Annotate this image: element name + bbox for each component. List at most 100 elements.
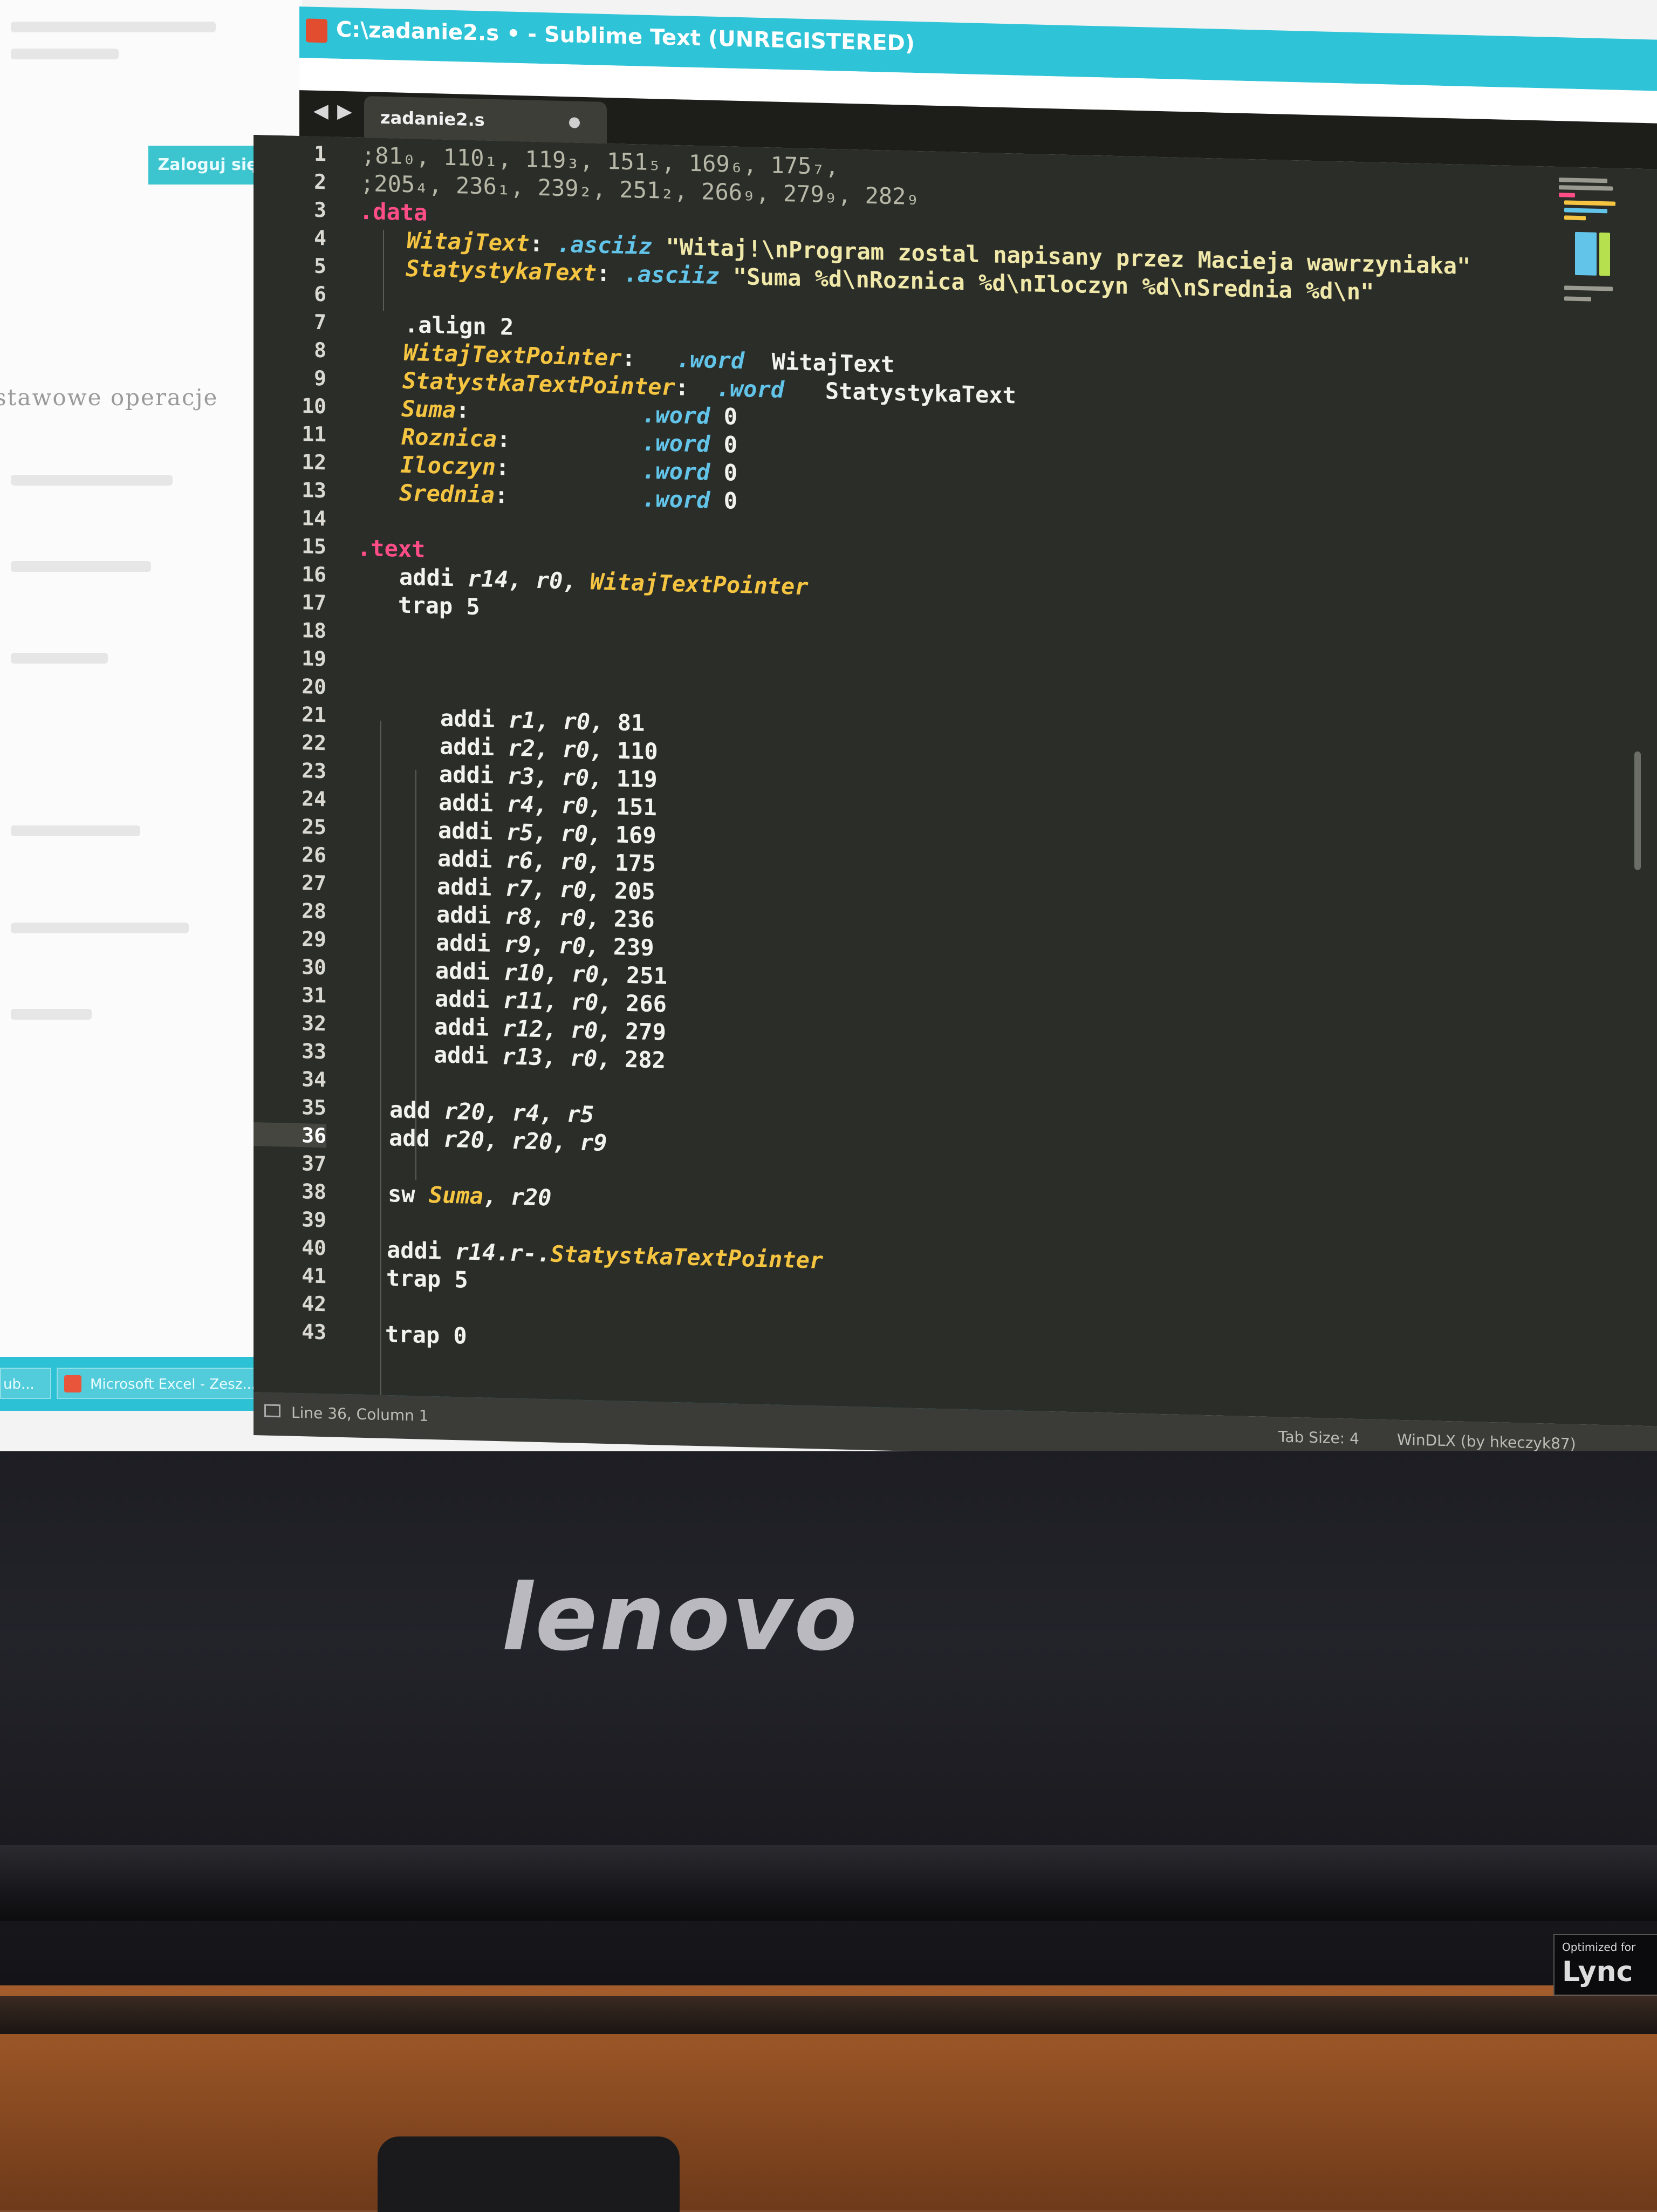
line-number: 40 xyxy=(302,1235,326,1260)
code-trap: trap 5 xyxy=(398,591,480,620)
code-regs: r2, r0, xyxy=(508,734,604,763)
code-line-26: addi r7, r0, 205 xyxy=(437,873,655,905)
line-number: 18 xyxy=(302,618,326,643)
code-label: Srednia xyxy=(399,479,495,508)
code-colon: : xyxy=(495,481,509,509)
line-number: 10 xyxy=(302,394,326,419)
vertical-scrollbar[interactable] xyxy=(1634,751,1641,870)
blurred-text xyxy=(11,22,216,32)
taskbar-item-excel[interactable]: Microsoft Excel - Zesz... xyxy=(57,1368,262,1399)
code-line-30: addi r11, r0, 266 xyxy=(435,985,667,1018)
tab-zadanie2[interactable]: zadanie2.s xyxy=(364,96,607,144)
code-value: 282 xyxy=(625,1046,666,1074)
login-button[interactable]: Zaloguj się xyxy=(148,146,267,185)
code-regs: , r20 xyxy=(483,1183,552,1211)
line-number: 11 xyxy=(302,422,326,447)
code-value: 151 xyxy=(615,793,657,821)
line-number: 12 xyxy=(302,450,326,475)
code-label: StatystkaTextPointer xyxy=(550,1240,824,1274)
code-trap: trap 0 xyxy=(385,1320,467,1349)
code-label: Suma xyxy=(428,1181,484,1210)
monitor-bezel-lip xyxy=(0,1845,1657,1921)
code-directive: .word xyxy=(642,485,710,514)
screen: Zaloguj się stawowe operacje ub... Micro… xyxy=(0,0,1657,1451)
code-value: 175 xyxy=(614,849,656,877)
code-regs: r14, r0, xyxy=(467,565,577,595)
code-directive: .word xyxy=(676,346,745,374)
line-number: 6 xyxy=(314,282,326,306)
line-number: 5 xyxy=(314,254,326,278)
minimap-line xyxy=(1559,193,1575,197)
line-number: 4 xyxy=(314,226,326,250)
line-number: 2 xyxy=(314,169,326,194)
blurred-text xyxy=(11,49,119,59)
code-op: addi xyxy=(434,1041,489,1069)
code-line-13: Srednia: xyxy=(399,480,508,509)
minimap-line xyxy=(1575,231,1597,276)
code-section-data: .data xyxy=(359,197,428,226)
minimap-line xyxy=(1564,215,1586,221)
indent-guide xyxy=(383,229,384,311)
code-op: add xyxy=(389,1124,430,1152)
panel-toggle-icon[interactable] xyxy=(264,1404,280,1418)
code-line-22: addi r3, r0, 119 xyxy=(439,761,658,793)
code-regs: r20, r4, r5 xyxy=(444,1097,594,1128)
line-number: 13 xyxy=(302,478,326,503)
line-number: 14 xyxy=(302,506,326,531)
code-colon: : xyxy=(456,397,470,424)
blurred-text xyxy=(11,1009,92,1020)
code-value: 205 xyxy=(614,877,655,905)
blurred-text xyxy=(11,475,173,486)
code-editor[interactable]: 1 2 3 4 5 6 7 8 9 10 11 12 13 14 15 16 1… xyxy=(254,135,1657,1426)
taskbar-item-other[interactable]: ub... xyxy=(0,1368,51,1399)
syntax-selector[interactable]: WinDLX (by hkeczyk87) xyxy=(1397,1431,1576,1451)
line-number-active: 36 xyxy=(254,1122,326,1148)
tab-nav-back-icon[interactable]: ◀ xyxy=(311,100,331,122)
lync-badge: Optimized for Lync xyxy=(1553,1934,1657,1996)
minimap-line xyxy=(1564,285,1613,291)
code-directive: .word xyxy=(642,401,710,429)
code-value: 169 xyxy=(615,821,656,849)
code-op: addi xyxy=(436,901,491,929)
code-colon: : xyxy=(597,260,611,287)
minimap-line xyxy=(1559,185,1613,191)
line-number: 32 xyxy=(302,1011,326,1036)
code-value: 0 xyxy=(723,403,738,430)
code-line-35: add r20, r20, r9 xyxy=(389,1124,607,1156)
code-op: addi xyxy=(440,733,495,761)
code-line-24: addi r5, r0, 169 xyxy=(438,817,656,849)
code-colon: : xyxy=(529,230,543,257)
code-line-27: addi r8, r0, 236 xyxy=(436,901,655,933)
code-directive: .word xyxy=(716,374,785,404)
code-colon: : xyxy=(621,344,635,372)
line-number: 26 xyxy=(302,843,326,868)
code-value: 81 xyxy=(617,709,645,736)
code-line-12: Iloczyn: xyxy=(400,452,509,481)
code-op: addi xyxy=(437,845,492,873)
code-op: addi xyxy=(387,1237,442,1265)
code-value: StatystykaText xyxy=(825,377,1016,409)
code-line-21: addi r2, r0, 110 xyxy=(440,733,658,764)
badge-caption: Optimized for xyxy=(1562,1941,1636,1954)
line-number: 9 xyxy=(314,366,326,391)
line-number: 29 xyxy=(302,927,326,952)
minimap[interactable] xyxy=(1559,177,1618,319)
code-line-25: addi r6, r0, 175 xyxy=(437,845,656,877)
monitor-brand-logo: lenovo xyxy=(502,1565,859,1671)
tab-nav-forward-icon[interactable]: ▶ xyxy=(335,100,354,123)
code-regs: r20, r20, r9 xyxy=(443,1125,607,1157)
code-line-31: addi r12, r0, 279 xyxy=(434,1013,666,1046)
tab-size-selector[interactable]: Tab Size: 4 xyxy=(1278,1428,1359,1448)
line-number: 35 xyxy=(302,1095,326,1120)
line-number: 25 xyxy=(302,815,326,839)
page-text: stawowe operacje xyxy=(0,384,218,411)
minimap-line xyxy=(1599,232,1610,276)
code-regs: r9, r0, xyxy=(504,931,600,960)
line-number: 23 xyxy=(302,759,326,783)
code-colon: : xyxy=(497,426,511,453)
code-regs: r1, r0, xyxy=(508,706,604,735)
unsaved-dot-icon[interactable] xyxy=(569,117,580,128)
code-op: addi xyxy=(399,563,454,592)
code-line-37: sw Suma, r20 xyxy=(388,1180,551,1211)
code-colon: : xyxy=(496,453,510,481)
